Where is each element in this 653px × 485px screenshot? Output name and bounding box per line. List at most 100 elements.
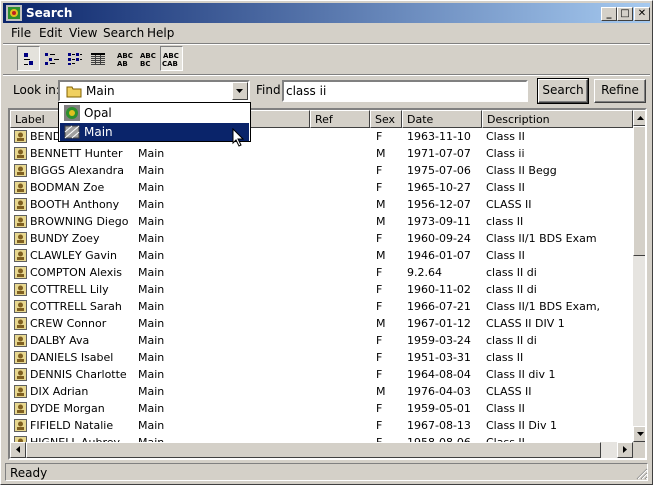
cell-date: 9.2.64 [407, 266, 442, 279]
cell-label: BODMAN Zoe [30, 181, 105, 194]
cell-label: DANIELS Isabel [30, 351, 114, 364]
table-row[interactable]: DALBY Ava Main F 1959-03-24 class II di [10, 332, 633, 349]
cell-date: 1959-05-01 [407, 402, 471, 415]
look-in-combo[interactable]: Main [58, 80, 250, 102]
chevron-down-icon [637, 432, 644, 436]
database-icon [64, 125, 80, 139]
horizontal-scroll-thumb[interactable] [26, 442, 601, 458]
look-in-dropdown-list: Opal Main [58, 102, 251, 142]
status-bar: Ready [3, 462, 650, 482]
cell-database: Main [138, 385, 165, 398]
table-row[interactable]: COMPTON Alexis Main F 9.2.64 class II di [10, 264, 633, 281]
maximize-button[interactable]: □ [617, 7, 633, 21]
cell-database: Main [138, 164, 165, 177]
table-row[interactable]: DYDE Morgan Main F 1959-05-01 Class II [10, 400, 633, 417]
sort-abc-cab-button[interactable]: ABC CAB [160, 46, 183, 71]
look-in-value: Main [86, 84, 115, 98]
record-icon [14, 402, 27, 415]
close-button[interactable]: ✕ [634, 7, 650, 21]
refine-button[interactable]: Refine [594, 79, 646, 103]
vertical-scroll-thumb[interactable] [633, 126, 645, 256]
menu-edit[interactable]: Edit [39, 26, 62, 40]
table-row[interactable]: CREW Connor Main M 1967-01-12 CLASS II DIV 1 [10, 315, 633, 332]
table-row[interactable]: BENNETT Hunter Main M 1971-07-07 Class ii [10, 145, 633, 162]
find-input[interactable]: class ii [282, 80, 528, 102]
large-icons-view-button[interactable] [17, 46, 40, 71]
title-bar[interactable]: Search _ □ ✕ [3, 3, 650, 23]
look-in-dropdown-button[interactable] [232, 82, 248, 100]
column-header-sex[interactable]: Sex [370, 110, 402, 128]
cell-sex: F [376, 368, 383, 381]
sort-abc-bc-button[interactable]: ABC BC [137, 46, 160, 71]
cell-date: 1975-07-06 [407, 164, 471, 177]
table-row[interactable]: BROWNING Diego Main M 1973-09-11 class II [10, 213, 633, 230]
cell-label: CREW Connor [30, 317, 107, 330]
cell-database: Main [138, 232, 165, 245]
list-view-button[interactable] [63, 46, 86, 71]
minimize-button[interactable]: _ [601, 7, 617, 21]
cell-description: Class II [486, 130, 525, 143]
small-icons-view-button[interactable] [40, 46, 63, 71]
window-title: Search [26, 6, 73, 20]
scroll-right-button[interactable] [617, 442, 633, 458]
dropdown-item-main[interactable]: Main [60, 123, 249, 141]
menu-file[interactable]: File [11, 26, 31, 40]
cell-date: 1973-09-11 [407, 215, 471, 228]
cell-label: CLAWLEY Gavin [30, 249, 117, 262]
menu-view[interactable]: View [69, 26, 97, 40]
search-button[interactable]: Search [537, 78, 589, 104]
chevron-right-icon [623, 446, 627, 453]
results-list[interactable]: Label Ref Sex Date Description BENDALLMa… [8, 108, 647, 460]
cell-date: 1963-11-10 [407, 130, 471, 143]
cell-database: Main [138, 266, 165, 279]
table-row[interactable]: COTTRELL Sarah Main F 1966-07-21 Class II/1 … [10, 298, 633, 315]
cell-date: 1951-03-31 [407, 351, 471, 364]
column-header-date[interactable]: Date [402, 110, 482, 128]
vertical-scrollbar[interactable] [633, 110, 645, 442]
toolbar-separator [3, 74, 650, 76]
column-header-description[interactable]: Description [482, 110, 633, 128]
details-view-button[interactable] [86, 46, 109, 71]
record-icon [14, 130, 27, 143]
table-row[interactable]: CLAWLEY Gavin Main M 1946-01-07 Class II [10, 247, 633, 264]
table-row[interactable]: BOOTH Anthony Main M 1956-12-07 CLASS II [10, 196, 633, 213]
menu-help[interactable]: Help [147, 26, 174, 40]
table-row[interactable]: BUNDY Zoey Main F 1960-09-24 Class II/1 BDS … [10, 230, 633, 247]
scroll-left-button[interactable] [10, 442, 26, 458]
scroll-up-button[interactable] [633, 110, 645, 126]
table-row[interactable]: COTTRELL Lily Main F 1960-11-02 class II di [10, 281, 633, 298]
cell-database: Main [138, 198, 165, 211]
table-row[interactable]: FIFIELD Natalie Main F 1967-08-13 Class II D… [10, 417, 633, 434]
cell-database: Main [138, 419, 165, 432]
cell-date: 1966-07-21 [407, 300, 471, 313]
svg-text:CAB: CAB [162, 60, 178, 68]
cell-database: Main [138, 300, 165, 313]
cell-label: DALBY Ava [30, 334, 90, 347]
scroll-down-button[interactable] [633, 426, 645, 442]
menu-search[interactable]: Search [103, 26, 144, 40]
table-row[interactable]: DANIELS Isabel Main F 1951-03-31 class II [10, 349, 633, 366]
find-label: Find: [256, 83, 285, 97]
cell-date: 1965-10-27 [407, 181, 471, 194]
table-row[interactable]: BODMAN Zoe Main F 1965-10-27 Class II [10, 179, 633, 196]
cell-description: Class ii [486, 147, 525, 160]
cell-date: 1960-09-24 [407, 232, 471, 245]
horizontal-scrollbar[interactable] [10, 442, 633, 458]
cell-sex: M [376, 249, 386, 262]
cell-database: Main [138, 215, 165, 228]
sort-abc-cab-icon: ABC CAB [162, 52, 179, 68]
column-header-ref[interactable]: Ref [310, 110, 370, 128]
cell-description: class II di [486, 334, 537, 347]
cell-description: Class II Div 1 [486, 419, 557, 432]
table-row[interactable]: DIX Adrian Main M 1976-04-03 CLASS II [10, 383, 633, 400]
table-row[interactable]: BIGGS Alexandra Main F 1975-07-06 Class II B… [10, 162, 633, 179]
record-icon [14, 317, 27, 330]
sort-abc-ab-button[interactable]: ABC AB [114, 46, 137, 71]
resize-grip-icon[interactable] [636, 468, 648, 480]
chevron-left-icon [16, 446, 20, 453]
look-in-label: Look in: [13, 83, 60, 97]
cell-description: Class II/1 BDS Exam [486, 232, 597, 245]
dropdown-item-opal[interactable]: Opal [60, 104, 249, 122]
cell-date: 1959-03-24 [407, 334, 471, 347]
table-row[interactable]: DENNIS Charlotte Main F 1964-08-04 Class II … [10, 366, 633, 383]
